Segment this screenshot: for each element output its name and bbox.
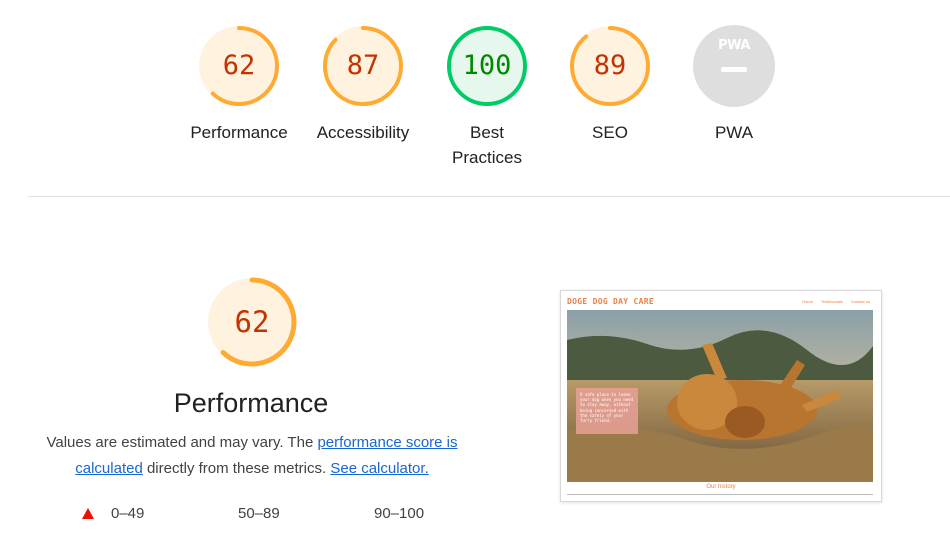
gauge-performance[interactable]: 62 Performance bbox=[177, 24, 301, 145]
site-brand: DOGE DOG DAY CARE bbox=[567, 297, 654, 306]
site-history-link: Our history bbox=[706, 484, 736, 490]
gauge-score: 62 bbox=[222, 50, 256, 81]
average-square-icon bbox=[221, 508, 233, 520]
desc-middle: directly from these metrics. bbox=[142, 460, 331, 477]
gauge-ring: 62 bbox=[197, 24, 281, 108]
site-nav-testimonials: Testimonials bbox=[820, 299, 843, 304]
gauge-ring: 100 bbox=[445, 24, 529, 108]
screenshot-page: DOGE DOG DAY CARE Home Testimonials Contac… bbox=[566, 296, 876, 496]
pwa-badge-text: PWA bbox=[718, 38, 750, 53]
gauge-score: 100 bbox=[462, 50, 512, 81]
site-hero-card: A safe place to leave your dog when you … bbox=[576, 388, 638, 434]
legend-average-range: 50–89 bbox=[238, 505, 280, 522]
gauge-label: Accessibility bbox=[316, 123, 410, 142]
performance-title: Performance bbox=[173, 388, 329, 418]
gauge-ring: 89 bbox=[568, 24, 652, 108]
site-nav-home: Home bbox=[802, 299, 813, 304]
site-rule bbox=[567, 494, 873, 495]
site-nav-contact: Contact us bbox=[850, 299, 870, 304]
gauge-score: 87 bbox=[346, 50, 380, 81]
gauge-label: SEO bbox=[592, 123, 628, 142]
gauge-seo[interactable]: 89 SEO bbox=[548, 24, 672, 145]
gauge-score: 89 bbox=[593, 50, 627, 81]
performance-gauge: 62 bbox=[206, 276, 298, 368]
performance-description: Values are estimated and may vary. The p… bbox=[40, 430, 464, 482]
fail-triangle-icon bbox=[82, 508, 94, 519]
performance-score: 62 bbox=[234, 305, 270, 339]
gauge-label: Best Practices bbox=[452, 123, 522, 167]
gauge-label: Performance bbox=[190, 123, 288, 142]
legend-fail-range: 0–49 bbox=[111, 505, 145, 522]
pwa-na-dash-icon bbox=[721, 67, 747, 72]
legend-pass-range: 90–100 bbox=[374, 505, 425, 522]
gauge-ring: PWA bbox=[692, 24, 776, 108]
desc-prefix: Values are estimated and may vary. The bbox=[46, 434, 318, 451]
gauge-best-practices[interactable]: 100 Best Practices bbox=[425, 24, 549, 170]
score-scale-legend: 0–49 50–89 90–100 bbox=[0, 503, 500, 525]
pass-circle-icon bbox=[358, 508, 370, 520]
gauge-label: PWA bbox=[714, 123, 754, 142]
site-nav: Home Testimonials Contact us bbox=[794, 299, 870, 304]
category-gauges: 62 Performance 87 Accessibility 100 Best… bbox=[0, 0, 950, 190]
final-screenshot[interactable]: DOGE DOG DAY CARE Home Testimonials Contac… bbox=[560, 290, 882, 502]
gauge-pwa[interactable]: PWA PWA bbox=[672, 24, 796, 145]
pwa-badge-icon bbox=[693, 25, 775, 107]
gauge-accessibility[interactable]: 87 Accessibility bbox=[301, 24, 425, 145]
photo-dog-head bbox=[725, 406, 765, 438]
lighthouse-report: 62 Performance 87 Accessibility 100 Best… bbox=[0, 0, 950, 547]
see-calculator-link[interactable]: See calculator. bbox=[330, 460, 428, 477]
divider bbox=[28, 196, 950, 197]
gauge-ring: 87 bbox=[321, 24, 405, 108]
